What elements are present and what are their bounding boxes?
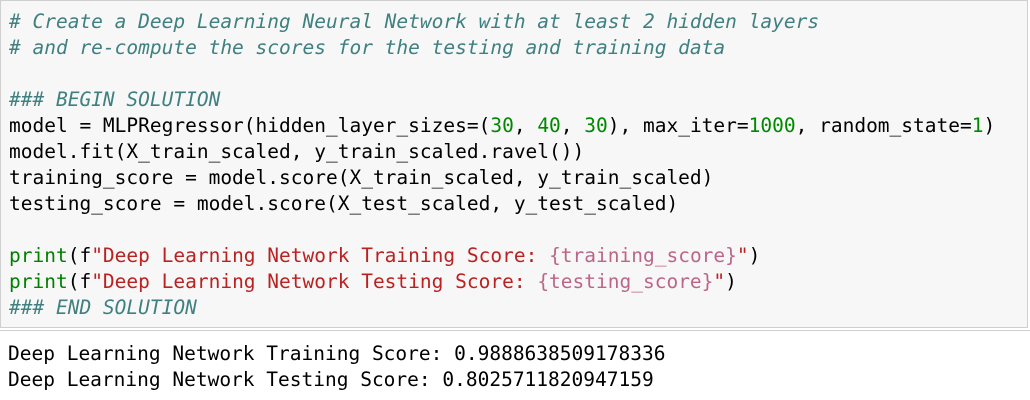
code-line-begin-marker: ### BEGIN SOLUTION (9, 87, 995, 113)
code-text: model.fit(X_train_scaled, y_train_scaled… (9, 140, 585, 163)
code-line-model: model = MLPRegressor(hidden_layer_sizes=… (9, 113, 995, 139)
code-text: , (513, 114, 538, 137)
code-cell-input[interactable]: # Create a Deep Learning Neural Network … (0, 0, 1028, 328)
comment: ### END SOLUTION (9, 296, 197, 319)
string-interpolation: {training_score} (549, 244, 737, 267)
comment: ### BEGIN SOLUTION (9, 88, 221, 111)
number-literal: 1 (971, 114, 984, 137)
number-literal: 30 (490, 114, 514, 137)
code-text: ) (983, 114, 996, 137)
string-literal: " (736, 244, 749, 267)
string-literal: " (713, 270, 726, 293)
code-line-print-training: print(f"Deep Learning Network Training S… (9, 243, 995, 269)
code-line-testing-score: testing_score = model.score(X_test_scale… (9, 191, 995, 217)
code-line-comment-2: # and re-compute the scores for the test… (9, 35, 995, 61)
comment: # and re-compute the scores for the test… (9, 36, 726, 59)
code-cell-output: Deep Learning Network Training Score: 0.… (0, 330, 1030, 400)
code-text: (f (67, 244, 92, 267)
string-literal: "Deep Learning Network Testing Score: (91, 270, 538, 293)
output-text: Deep Learning Network Training Score: 0.… (8, 341, 665, 393)
comment: # Create a Deep Learning Neural Network … (9, 10, 820, 33)
code-line-print-testing: print(f"Deep Learning Network Testing Sc… (9, 269, 995, 295)
number-literal: 1000 (748, 114, 796, 137)
code-text: testing_score = model.score(X_test_scale… (9, 192, 679, 215)
code-text: ), max_iter= (607, 114, 749, 137)
code-line-comment-1: # Create a Deep Learning Neural Network … (9, 9, 995, 35)
output-line-training: Deep Learning Network Training Score: 0.… (8, 342, 666, 365)
code-text: ) (748, 244, 761, 267)
string-interpolation: {testing_score} (537, 270, 714, 293)
code-text: training_score = model.score(X_train_sca… (9, 166, 714, 189)
code-text: , (560, 114, 585, 137)
code-line-end-marker: ### END SOLUTION (9, 295, 995, 321)
builtin-function: print (9, 270, 68, 293)
output-line-testing: Deep Learning Network Testing Score: 0.8… (8, 368, 654, 391)
code-text: model = MLPRegressor(hidden_layer_sizes=… (9, 114, 491, 137)
code-text: ) (725, 270, 737, 293)
code-line-fit: model.fit(X_train_scaled, y_train_scaled… (9, 139, 995, 165)
code-text: , random_state= (795, 114, 972, 137)
code-text: (f (67, 270, 92, 293)
code-line-training-score: training_score = model.score(X_train_sca… (9, 165, 995, 191)
code-editor[interactable]: # Create a Deep Learning Neural Network … (9, 9, 995, 321)
number-literal: 30 (584, 114, 608, 137)
builtin-function: print (9, 244, 68, 267)
number-literal: 40 (537, 114, 561, 137)
string-literal: "Deep Learning Network Training Score: (91, 244, 550, 267)
